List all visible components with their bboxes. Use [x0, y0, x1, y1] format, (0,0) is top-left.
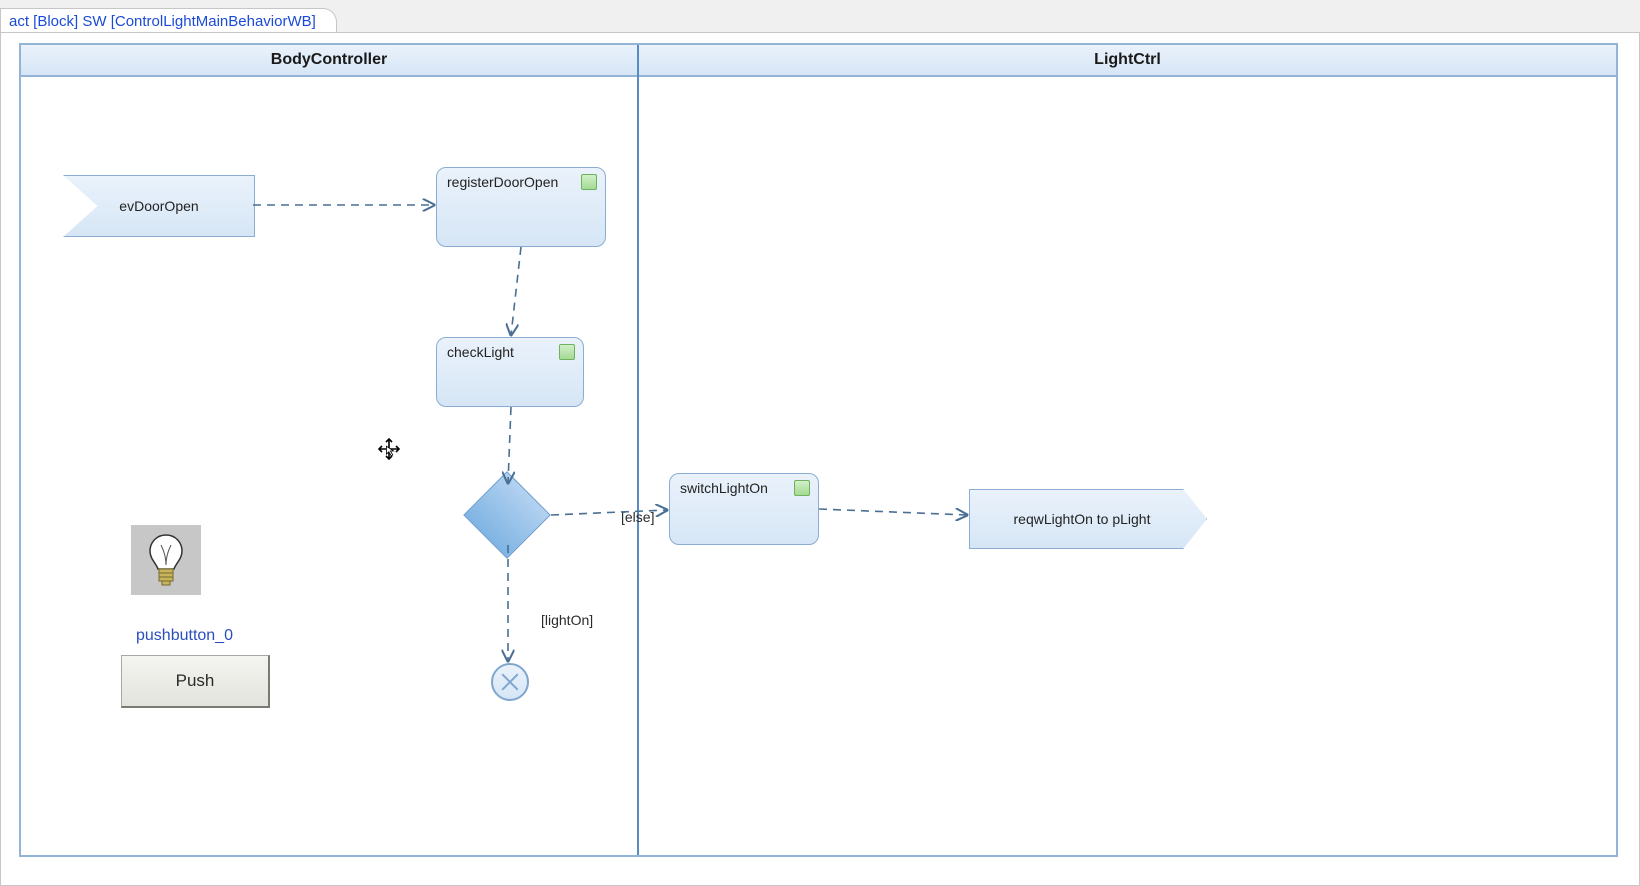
action-registerdooropen[interactable]: registerDoorOpen	[436, 167, 606, 247]
structured-activity-icon	[794, 480, 810, 496]
structured-activity-icon	[581, 174, 597, 190]
guard-lighton: [lightOn]	[541, 612, 593, 628]
accept-event-evdooropen[interactable]: evDoorOpen	[63, 175, 255, 237]
decision-node[interactable]	[461, 485, 553, 545]
lightbulb-icon	[146, 533, 186, 587]
flow-final-node[interactable]	[491, 663, 529, 701]
action-label: checkLight	[447, 344, 573, 360]
swimlane-header-left[interactable]: BodyController	[21, 45, 637, 77]
action-switchlighton[interactable]: switchLightOn	[669, 473, 819, 545]
diagram-tab[interactable]: act [Block] SW [ControlLightMainBehavior…	[0, 8, 337, 33]
swimlane-body-right: switchLightOn reqwLightOn to pLight	[639, 75, 1616, 855]
structured-activity-icon	[559, 344, 575, 360]
swimlane-lightctrl: LightCtrl switchLightOn reqwLightOn to p…	[639, 45, 1616, 855]
lightbulb-indicator	[131, 525, 201, 595]
push-button[interactable]: Push	[121, 655, 270, 708]
swimlane-bodycontroller: BodyController evDoorOpen registerDoorOp…	[21, 45, 639, 855]
send-signal-reqwlighton[interactable]: reqwLightOn to pLight	[969, 489, 1207, 549]
push-button-text: Push	[176, 671, 215, 691]
send-signal-label: reqwLightOn to pLight	[1014, 511, 1151, 527]
action-label: switchLightOn	[680, 480, 808, 496]
pushbutton-label: pushbutton_0	[136, 627, 233, 645]
diagram-canvas[interactable]: BodyController evDoorOpen registerDoorOp…	[0, 32, 1640, 886]
action-label: registerDoorOpen	[447, 174, 595, 190]
diagram-tab-label: act [Block] SW [ControlLightMainBehavior…	[9, 13, 316, 30]
decision-shape	[463, 471, 551, 559]
move-cursor-icon	[377, 437, 401, 461]
swimlane-container: BodyController evDoorOpen registerDoorOp…	[19, 43, 1618, 857]
accept-event-label: evDoorOpen	[119, 198, 198, 214]
swimlane-header-right[interactable]: LightCtrl	[639, 45, 1616, 77]
swimlane-body-left: evDoorOpen registerDoorOpen checkLight	[21, 75, 637, 855]
action-checklight[interactable]: checkLight	[436, 337, 584, 407]
